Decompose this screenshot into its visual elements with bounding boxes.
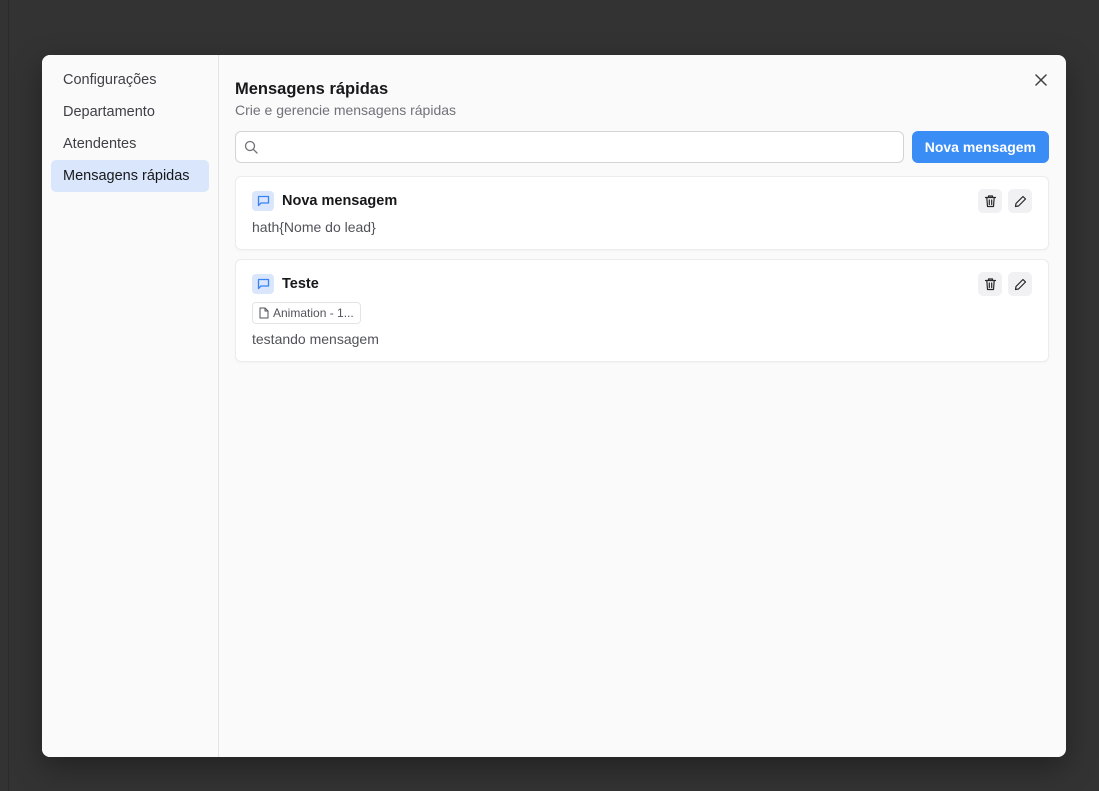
edit-button[interactable] [1008, 272, 1032, 296]
delete-button[interactable] [978, 272, 1002, 296]
search-input[interactable] [264, 133, 895, 161]
message-actions [978, 189, 1032, 213]
toolbar: Nova mensagem [235, 131, 1049, 163]
settings-modal: Configurações Departamento Atendentes Me… [42, 55, 1066, 757]
sidebar-item-atendentes[interactable]: Atendentes [51, 128, 209, 160]
page-subtitle: Crie e gerencie mensagens rápidas [235, 102, 457, 118]
message-card: Teste Animation - 1... testando mensagem [235, 259, 1049, 362]
page-title: Mensagens rápidas [235, 80, 389, 98]
main-panel: Mensagens rápidas Crie e gerencie mensag… [219, 55, 1066, 757]
new-message-button[interactable]: Nova mensagem [911, 131, 1049, 163]
trash-icon [984, 278, 996, 291]
message-title: Teste [282, 276, 319, 292]
pencil-icon [1014, 195, 1026, 207]
edit-button[interactable] [1008, 189, 1032, 213]
close-button[interactable] [1032, 71, 1050, 89]
attachment-chip[interactable]: Animation - 1... [252, 302, 361, 324]
search-box[interactable] [235, 131, 904, 163]
search-icon [244, 140, 258, 154]
message-card-header: Teste [252, 273, 1032, 295]
message-card-header: Nova mensagem [252, 190, 1032, 212]
close-icon [1035, 74, 1047, 86]
message-square-icon [252, 191, 274, 211]
pencil-icon [1014, 278, 1026, 290]
sidebar-item-configuracoes[interactable]: Configurações [51, 64, 209, 96]
delete-button[interactable] [978, 189, 1002, 213]
sidebar-item-departamento[interactable]: Departamento [51, 96, 209, 128]
message-text: hath{Nome do lead} [252, 219, 376, 235]
message-title: Nova mensagem [282, 193, 398, 209]
attachment-name: Animation - 1... [273, 306, 354, 320]
sidebar: Configurações Departamento Atendentes Me… [42, 55, 219, 757]
backdrop-divider [8, 0, 9, 791]
message-text: testando mensagem [252, 331, 379, 347]
file-icon [259, 307, 269, 319]
message-square-icon [252, 274, 274, 294]
trash-icon [984, 195, 996, 208]
message-actions [978, 272, 1032, 296]
message-card: Nova mensagem hath{Nome do lead} [235, 176, 1049, 250]
sidebar-item-mensagens-rapidas[interactable]: Mensagens rápidas [51, 160, 209, 192]
